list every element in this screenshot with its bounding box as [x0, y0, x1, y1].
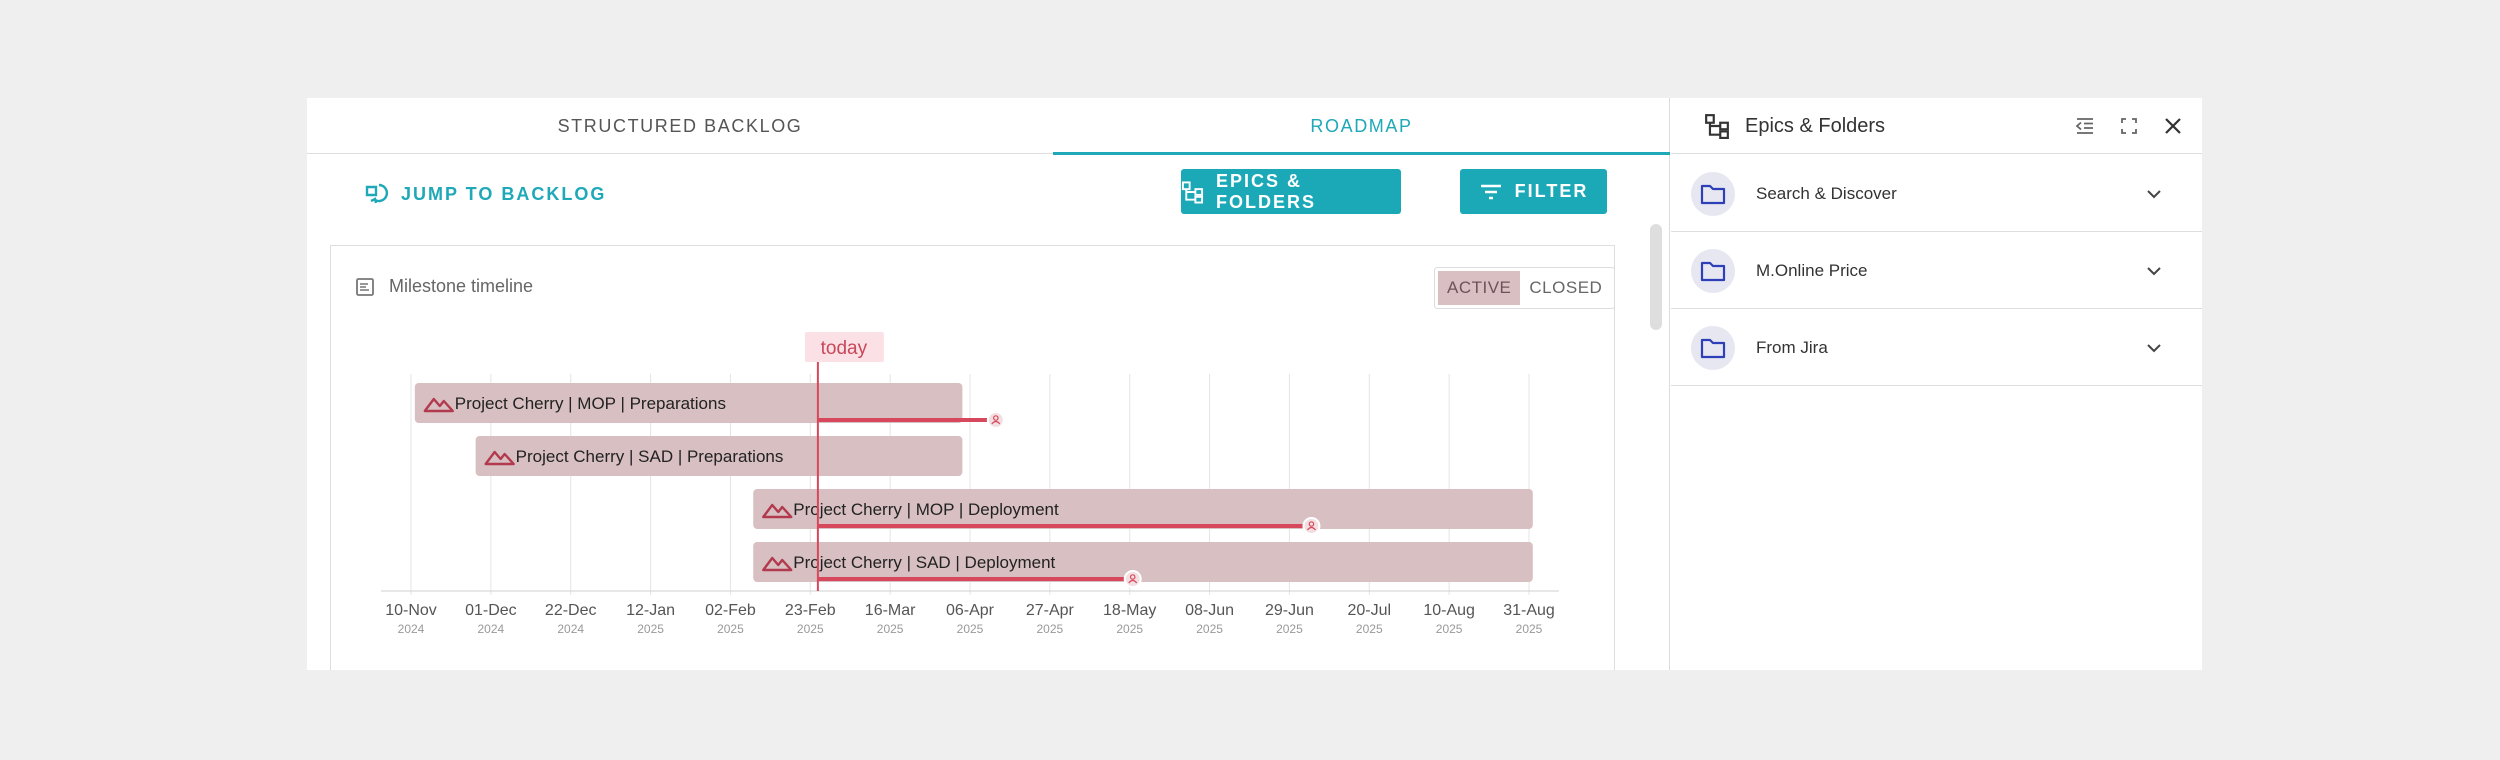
x-tick-label: 12-Jan: [626, 602, 675, 619]
x-tick-label: 31-Aug: [1503, 602, 1555, 619]
hierarchy-icon: [1705, 114, 1729, 139]
jump-to-backlog-label: JUMP TO BACKLOG: [401, 183, 607, 204]
folder-name: Search & Discover: [1756, 183, 1897, 203]
epics-folders-panel: Epics & Folders Search & Discover M.Onli…: [1671, 98, 2202, 670]
x-tick-label: 10-Nov: [385, 602, 437, 619]
x-tick-year: 2025: [957, 622, 984, 636]
main-panel: STRUCTURED BACKLOG ROADMAP JUMP TO BACKL…: [307, 98, 1670, 670]
jump-to-backlog-link[interactable]: JUMP TO BACKLOG: [363, 180, 606, 208]
x-tick-label: 10-Aug: [1423, 602, 1475, 619]
x-tick-label: 18-May: [1103, 602, 1156, 619]
x-tick-year: 2024: [398, 622, 425, 636]
x-tick-year: 2025: [1116, 622, 1143, 636]
milestone-label: Project Cherry | SAD | Deployment: [793, 553, 1055, 572]
milestone-label: Project Cherry | SAD | Preparations: [516, 447, 784, 466]
x-tick-year: 2025: [1516, 622, 1543, 636]
folder-name: From Jira: [1756, 337, 1828, 357]
folder-row-online-price[interactable]: M.Online Price: [1671, 232, 2202, 309]
x-tick-year: 2024: [478, 622, 505, 636]
x-tick-year: 2025: [637, 622, 664, 636]
x-tick-label: 16-Mar: [865, 602, 916, 619]
x-tick-label: 06-Apr: [946, 602, 995, 619]
milestone-bar-group: Project Cherry | SAD | Preparations: [475, 436, 963, 476]
folder-icon: [1691, 172, 1735, 216]
milestone-bar-group: Project Cherry | MOP | Deployment: [753, 489, 1533, 535]
x-tick-label: 08-Jun: [1185, 602, 1234, 619]
x-tick-year: 2025: [1037, 622, 1064, 636]
folder-name: M.Online Price: [1756, 260, 1868, 280]
app-window: STRUCTURED BACKLOG ROADMAP JUMP TO BACKL…: [307, 98, 2202, 670]
today-label: today: [821, 338, 868, 359]
x-tick-year: 2025: [1436, 622, 1463, 636]
collapse-indent-icon[interactable]: [2070, 111, 2100, 141]
folder-icon: [1691, 249, 1735, 293]
epics-folders-button[interactable]: EPICS & FOLDERS: [1181, 169, 1401, 214]
x-tick-year: 2025: [1196, 622, 1223, 636]
side-panel-header: Epics & Folders: [1671, 98, 2202, 154]
tab-roadmap[interactable]: ROADMAP: [1053, 98, 1670, 155]
folder-icon: [1691, 326, 1735, 370]
milestone-bar-group: Project Cherry | SAD | Deployment: [753, 542, 1533, 588]
x-tick-year: 2024: [557, 622, 584, 636]
x-tick-year: 2025: [797, 622, 824, 636]
x-tick-label: 23-Feb: [785, 602, 836, 619]
folder-row-from-jira[interactable]: From Jira: [1671, 309, 2202, 386]
chevron-down-icon[interactable]: [2141, 258, 2167, 284]
chevron-down-icon[interactable]: [2141, 181, 2167, 207]
filter-button[interactable]: FILTER: [1460, 169, 1607, 214]
x-tick-year: 2025: [717, 622, 744, 636]
filter-label: FILTER: [1514, 181, 1589, 201]
milestone-timeline-chart: 10-Nov 2024 01-Dec 2024 22-Dec 2024 12-Jan 2025…: [381, 332, 1559, 636]
folder-row-search-discover[interactable]: Search & Discover: [1671, 155, 2202, 232]
milestone-timeline-card: Milestone timeline ACTIVE CLOSED 10-Nov 2…: [330, 245, 1616, 670]
milestone-label: Project Cherry | MOP | Deployment: [793, 500, 1059, 519]
x-tick-label: 29-Jun: [1265, 602, 1314, 619]
x-tick-label: 27-Apr: [1026, 602, 1075, 619]
tab-structured-backlog[interactable]: STRUCTURED BACKLOG: [307, 98, 1053, 154]
x-tick-label: 01-Dec: [465, 602, 517, 619]
milestone-label: Project Cherry | MOP | Preparations: [455, 394, 726, 413]
fullscreen-icon[interactable]: [2114, 111, 2144, 141]
chevron-down-icon[interactable]: [2141, 335, 2167, 361]
epics-folders-label: EPICS & FOLDERS: [1216, 170, 1317, 212]
x-tick-label: 02-Feb: [705, 602, 756, 619]
x-tick-label: 20-Jul: [1347, 602, 1391, 619]
x-tick-year: 2025: [1276, 622, 1303, 636]
x-tick-year: 2025: [877, 622, 904, 636]
x-tick-year: 2025: [1356, 622, 1383, 636]
jump-back-icon: [365, 183, 389, 204]
filter-icon: [1480, 184, 1501, 199]
close-icon[interactable]: [2158, 111, 2188, 141]
side-panel-title: Epics & Folders: [1745, 114, 1886, 137]
x-tick-label: 22-Dec: [545, 602, 597, 619]
tab-bar: STRUCTURED BACKLOG ROADMAP: [307, 98, 1670, 155]
milestone-bar-group: Project Cherry | MOP | Preparations: [414, 383, 1005, 429]
vertical-scrollbar[interactable]: [1650, 224, 1662, 330]
hierarchy-icon: [1181, 180, 1204, 203]
